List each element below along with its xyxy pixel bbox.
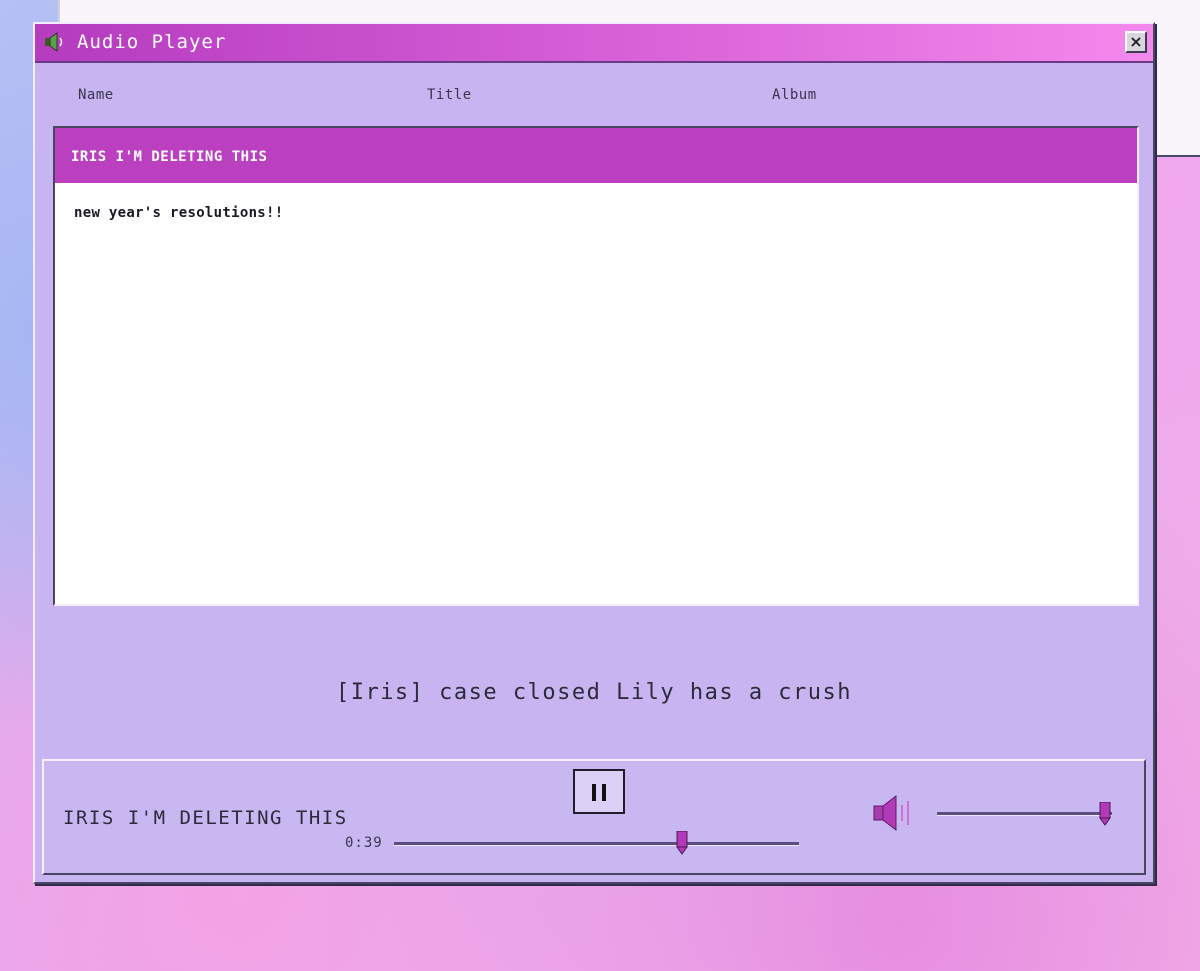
pause-button[interactable] <box>573 769 625 814</box>
column-header-album[interactable]: Album <box>772 87 817 103</box>
close-button[interactable]: × <box>1125 31 1147 53</box>
column-header-name[interactable]: Name <box>78 87 114 103</box>
volume-thumb[interactable] <box>1099 802 1111 826</box>
now-playing-title: IRIS I'M DELETING THIS <box>63 807 348 829</box>
volume-slider[interactable] <box>937 812 1112 816</box>
lyric-caption: [Iris] case closed Lily has a crush <box>335 680 853 705</box>
seek-thumb[interactable] <box>675 831 688 855</box>
pause-icon <box>592 784 596 801</box>
window-title: Audio Player <box>77 31 227 53</box>
volume-icon[interactable] <box>872 793 916 833</box>
audio-player-window: Audio Player × Name Title Album IRIS I'M… <box>33 22 1155 884</box>
elapsed-time: 0:39 <box>345 835 383 851</box>
seek-bar[interactable] <box>394 842 799 846</box>
control-panel: IRIS I'M DELETING THIS 0:39 <box>42 759 1146 875</box>
title-bar[interactable]: Audio Player × <box>35 24 1153 63</box>
playlist-item-selected[interactable]: IRIS I'M DELETING THIS <box>55 128 1137 183</box>
column-header-title[interactable]: Title <box>427 87 472 103</box>
playlist-item-name: IRIS I'M DELETING THIS <box>71 149 268 165</box>
playlist-item[interactable]: new year's resolutions!! <box>55 202 1137 226</box>
playlist-item-name: new year's resolutions!! <box>74 205 284 221</box>
playlist: IRIS I'M DELETING THIS new year's resolu… <box>53 126 1139 606</box>
speaker-icon <box>45 32 63 52</box>
